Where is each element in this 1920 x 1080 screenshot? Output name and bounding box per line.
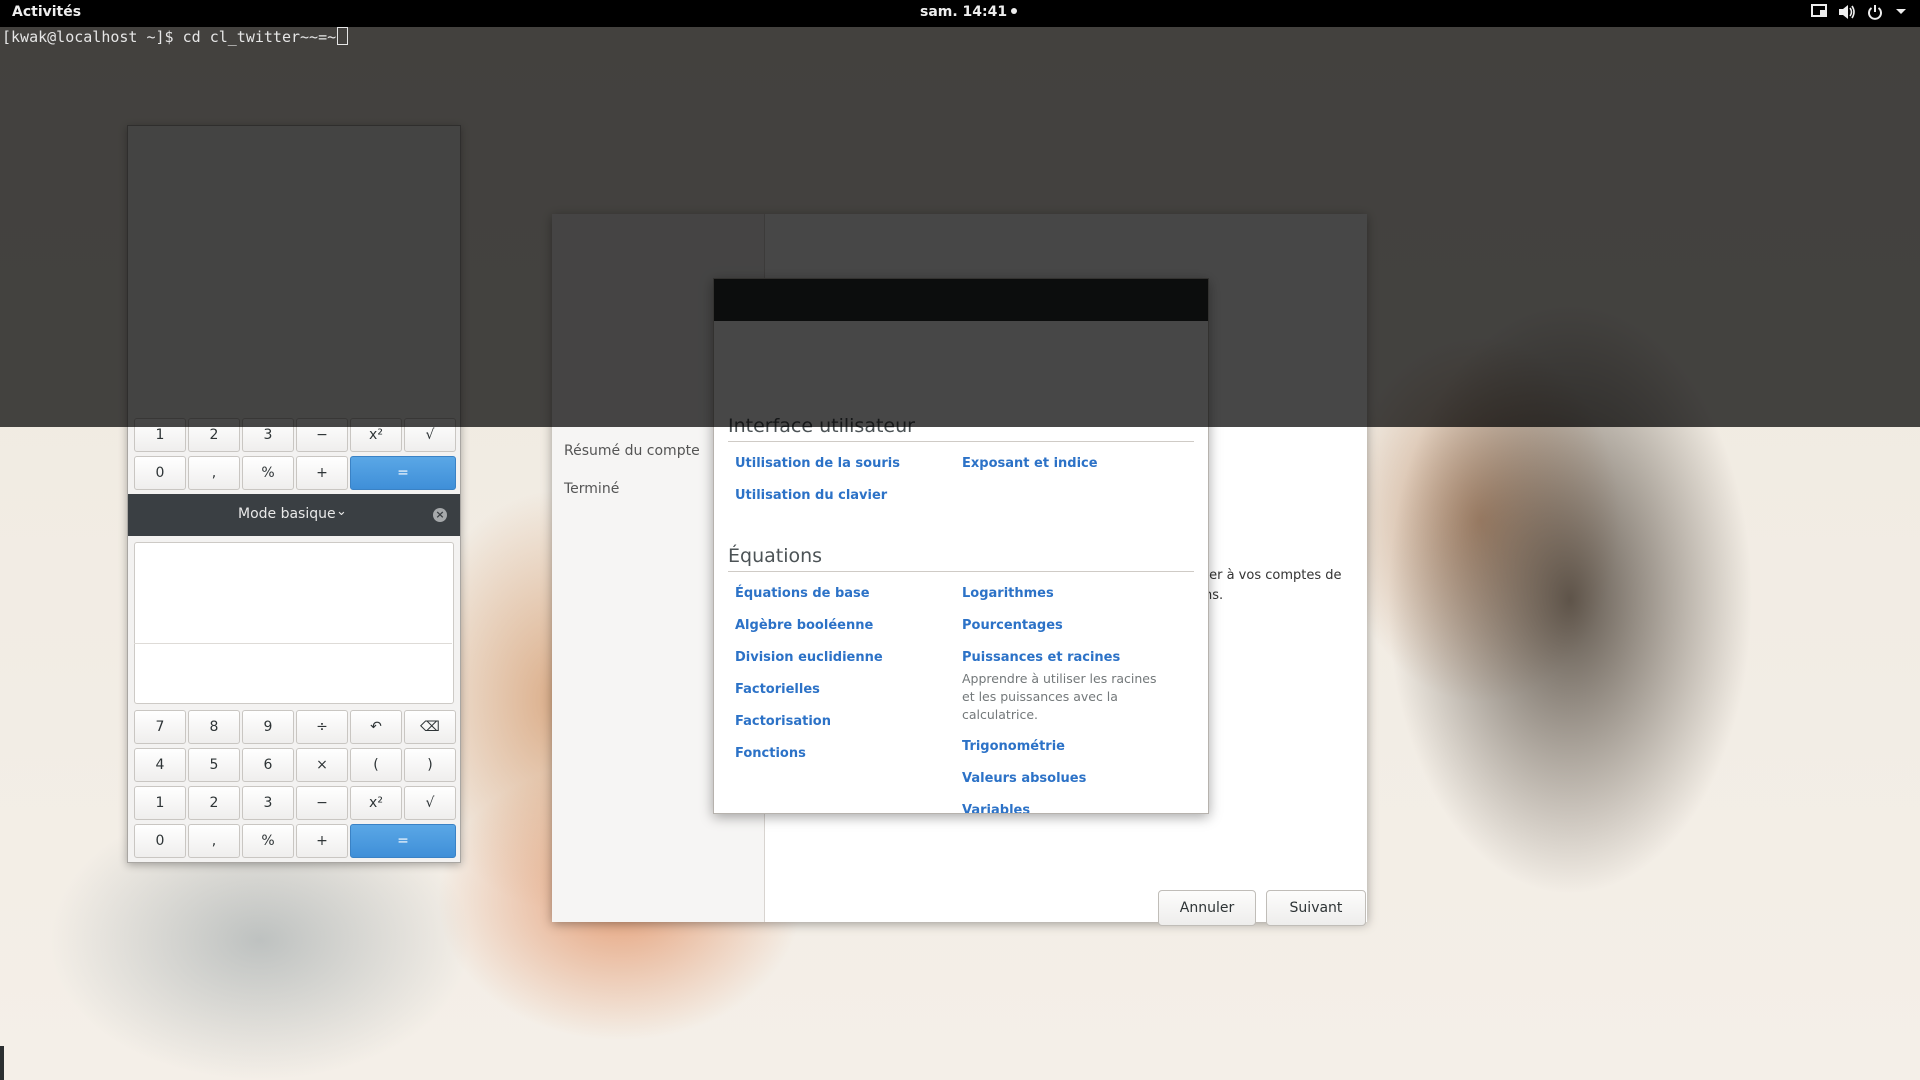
power-icon[interactable] [1866,4,1884,22]
cancel-button[interactable]: Annuler [1158,890,1256,926]
calculator-display[interactable] [134,542,454,704]
terminal-cursor [337,27,349,45]
calc-key-8[interactable]: 8 [188,710,240,744]
message-tray-edge[interactable] [0,1046,4,1080]
calc-key-comma-upper[interactable]: , [188,456,240,490]
powers-roots-description: Apprendre à utiliser les racines et les … [962,671,1157,722]
link-exponent-subscript[interactable]: Exposant et indice [962,456,1098,471]
help-window: Interface utilisateur Utilisation de la … [713,278,1209,814]
clock[interactable]: sam. 14:41 [920,4,1018,20]
calc-key-6[interactable]: 6 [242,748,294,782]
link-basic-equations[interactable]: Équations de base [735,586,870,601]
calc-key-multiply[interactable]: × [296,748,348,782]
calc-key-percent[interactable]: % [242,824,294,858]
link-functions[interactable]: Fonctions [735,746,806,761]
calc-key-0[interactable]: 0 [134,824,186,858]
link-trigonometry[interactable]: Trigonométrie [962,739,1065,754]
link-euclidean-division[interactable]: Division euclidienne [735,650,883,665]
calc-key-9[interactable]: 9 [242,710,294,744]
section-title-user-interface: Interface utilisateur [728,415,915,437]
calc-key-equals-upper[interactable]: = [350,456,456,490]
link-absolute-values[interactable]: Valeurs absolues [962,771,1086,786]
calc-key-divide[interactable]: ÷ [296,710,348,744]
terminal-prompt-line[interactable]: [kwak@localhost ~]$ cd cl_twitter~~=~ [2,27,349,46]
calc-key-equals[interactable]: = [350,824,456,858]
activities-button[interactable]: Activités [12,4,81,20]
calculator-mode-selector[interactable]: Mode basique [238,506,336,522]
calc-key-open-paren[interactable]: ( [350,748,402,782]
clock-text: sam. 14:41 [920,4,1008,20]
calc-key-plus[interactable]: + [296,824,348,858]
calculator-window: 1 2 3 − x² √ 0 , % + = Mode basique ⌄ × … [127,125,461,863]
calc-key-backspace[interactable]: ⌫ [404,710,456,744]
menu-arrow-icon[interactable] [1892,4,1910,22]
link-percentages[interactable]: Pourcentages [962,618,1063,633]
link-factorials[interactable]: Factorielles [735,682,820,697]
link-powers-roots[interactable]: Puissances et racines [962,650,1120,665]
calc-key-0-upper[interactable]: 0 [134,456,186,490]
calc-key-percent-upper[interactable]: % [242,456,294,490]
display-divider [134,643,452,644]
calc-key-1-upper[interactable]: 1 [134,418,186,452]
calc-key-comma[interactable]: , [188,824,240,858]
wizard-step-done[interactable]: Terminé [564,481,619,497]
notification-dot-icon [1011,8,1018,14]
link-keyboard-usage[interactable]: Utilisation du clavier [735,488,887,503]
calc-key-undo[interactable]: ↶ [350,710,402,744]
link-logarithms[interactable]: Logarithmes [962,586,1054,601]
calc-key-square-upper[interactable]: x² [350,418,402,452]
calc-key-sqrt[interactable]: √ [404,786,456,820]
link-factorization[interactable]: Factorisation [735,714,831,729]
calc-key-1[interactable]: 1 [134,786,186,820]
link-variables[interactable]: Variables [962,803,1030,813]
calc-key-5[interactable]: 5 [188,748,240,782]
calc-key-close-paren[interactable]: ) [404,748,456,782]
calc-key-7[interactable]: 7 [134,710,186,744]
link-mouse-usage[interactable]: Utilisation de la souris [735,456,900,471]
calc-key-4[interactable]: 4 [134,748,186,782]
calc-key-sqrt-upper[interactable]: √ [404,418,456,452]
section-divider [728,571,1194,572]
calc-key-minus[interactable]: − [296,786,348,820]
calc-key-3-upper[interactable]: 3 [242,418,294,452]
wizard-step-account-summary[interactable]: Résumé du compte [564,443,700,459]
link-boolean-algebra[interactable]: Algèbre booléenne [735,618,873,633]
calc-key-minus-upper[interactable]: − [296,418,348,452]
next-button[interactable]: Suivant [1266,890,1366,926]
calc-key-2[interactable]: 2 [188,786,240,820]
terminal-text: [kwak@localhost ~]$ cd cl_twitter~~=~ [2,28,337,46]
calc-key-3[interactable]: 3 [242,786,294,820]
close-icon[interactable]: × [433,508,447,522]
help-titlebar [714,279,1208,321]
chevron-down-icon[interactable]: ⌄ [336,504,347,519]
screen-icon[interactable] [1810,4,1828,22]
section-divider [728,441,1194,442]
volume-icon[interactable] [1838,4,1856,22]
section-title-equations: Équations [728,545,823,567]
calc-key-plus-upper[interactable]: + [296,456,348,490]
calc-key-2-upper[interactable]: 2 [188,418,240,452]
wizard-description-text: ter à vos comptes de ns. [1204,568,1342,603]
calc-key-square[interactable]: x² [350,786,402,820]
